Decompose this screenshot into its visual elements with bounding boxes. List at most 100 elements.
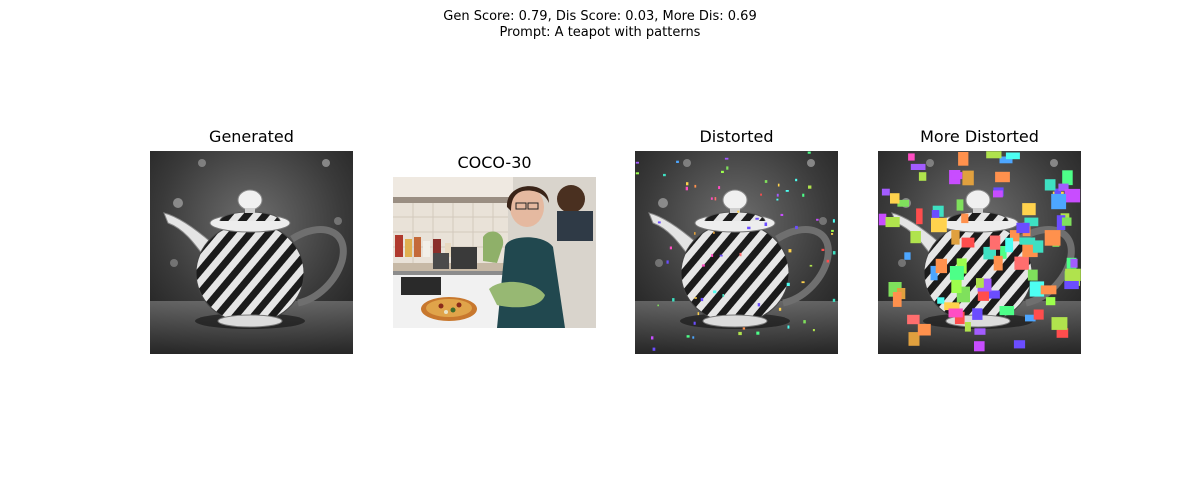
distortion-speck: [742, 327, 746, 330]
distortion-patch: [1061, 217, 1072, 226]
distortion-patch: [916, 208, 923, 225]
distortion-patch: [1014, 256, 1029, 270]
distortion-speck: [719, 254, 723, 257]
distortion-patch: [885, 217, 900, 228]
distortion-patch: [1019, 237, 1036, 245]
distorted-image: [635, 151, 838, 354]
distortion-patch: [937, 297, 945, 304]
distortion-speck: [778, 307, 782, 311]
distortion-patch: [974, 328, 986, 335]
panel-title-generated: Generated: [209, 127, 294, 146]
distortion-speck: [657, 221, 661, 224]
more-distorted-image: [878, 151, 1081, 354]
distortion-patch: [1062, 170, 1073, 186]
distortion-speck: [713, 290, 717, 294]
distortion-speck: [676, 160, 679, 163]
distortion-speck: [795, 178, 798, 182]
distortion-speck: [714, 197, 717, 201]
distortion-patch: [1064, 188, 1081, 203]
distortion-speck: [657, 304, 659, 307]
distortion-speck: [651, 336, 654, 340]
distortion-speck: [803, 320, 806, 324]
distortion-speck: [832, 219, 835, 223]
distortion-speck: [694, 297, 697, 299]
distortion-patch: [961, 237, 975, 248]
distortion-patch: [907, 314, 920, 325]
distortion-speck: [832, 251, 836, 255]
distortion-speck: [669, 246, 672, 250]
distortion-speck: [802, 193, 805, 197]
distortion-patch: [910, 163, 926, 170]
distortion-speck: [809, 264, 813, 267]
distortion-speck: [694, 232, 696, 235]
distortion-patch: [949, 266, 964, 280]
distortion-patch: [951, 172, 963, 180]
distortion-patch: [1013, 340, 1026, 349]
distortion-patch: [1044, 230, 1061, 246]
distortion-patch: [918, 172, 927, 181]
distortion-patch: [908, 153, 915, 161]
distortion-patch: [948, 308, 963, 318]
distortion-speck: [693, 321, 696, 325]
figure-suptitle-scores: Gen Score: 0.79, Dis Score: 0.03, More D…: [443, 9, 757, 24]
distortion-speck: [710, 197, 713, 200]
distortion-patch: [974, 341, 985, 352]
distortion-speck: [652, 347, 656, 351]
distortion-speck: [692, 336, 695, 339]
distortion-patch: [993, 190, 1003, 198]
figure-suptitle-prompt: Prompt: A teapot with patterns: [499, 25, 701, 40]
distortion-patch: [956, 199, 964, 211]
distortion-patch: [999, 306, 1015, 316]
distortion-patch: [904, 252, 911, 260]
distortion-speck: [816, 218, 819, 221]
distortion-speck: [808, 185, 812, 189]
distortion-speck: [776, 193, 779, 197]
distortion-speck: [718, 186, 721, 189]
distortion-patch: [1051, 317, 1068, 330]
distortion-speck: [722, 294, 725, 297]
distortion-patch: [1064, 280, 1079, 290]
distortion-patch: [917, 323, 931, 336]
distortion-speck: [701, 264, 705, 267]
distortion-patch: [958, 152, 969, 166]
distortion-speck: [757, 303, 761, 307]
distortion-speck: [807, 151, 811, 154]
distortion-speck: [826, 259, 830, 263]
distortion-patch: [972, 308, 983, 320]
distortion-speck: [787, 325, 790, 329]
distortion-patch: [910, 231, 921, 244]
distortion-speck: [760, 193, 762, 196]
distortion-speck: [635, 172, 639, 175]
panel-title-distorted: Distorted: [699, 127, 774, 146]
distortion-speck: [686, 335, 690, 338]
distortion-speck: [686, 182, 689, 186]
distortion-patch: [1027, 269, 1038, 281]
distortion-patch: [1070, 258, 1078, 268]
distortion-speck: [685, 186, 688, 191]
distortion-speck: [726, 166, 729, 170]
distortion-patch: [961, 213, 969, 224]
distortion-patch: [1005, 237, 1014, 253]
distortion-patch: [1022, 203, 1036, 216]
distortion-patch: [1040, 285, 1057, 295]
distortion-speck: [832, 298, 836, 302]
distortion-speck: [821, 248, 825, 251]
distortion-patch: [1051, 193, 1067, 210]
distortion-speck: [777, 183, 780, 187]
panel-title-coco30: COCO-30: [457, 153, 532, 172]
distortion-patch: [976, 278, 984, 288]
distortion-speck: [780, 213, 784, 216]
distortion-speck: [801, 281, 805, 284]
distortion-patch: [881, 188, 890, 196]
distortion-patch: [964, 322, 971, 332]
distortion-speck: [697, 312, 700, 316]
distortion-speck: [764, 222, 768, 226]
distortion-speck: [786, 282, 790, 286]
distortion-speck: [747, 226, 751, 230]
distortion-speck: [812, 329, 815, 332]
distortion-speck: [831, 229, 834, 232]
distortion-speck: [738, 331, 742, 336]
distortion-patch: [931, 217, 947, 233]
distortion-speck: [788, 249, 792, 253]
distortion-patch: [995, 171, 1010, 183]
